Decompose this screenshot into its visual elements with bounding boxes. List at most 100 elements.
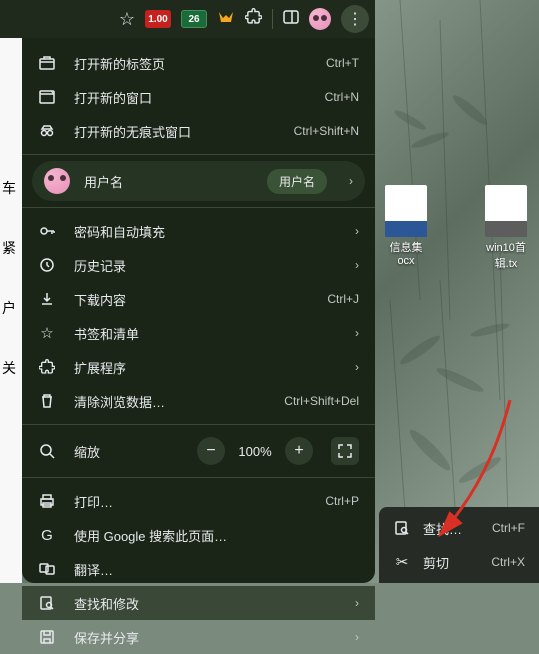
bookmark-star-icon[interactable]: ☆ xyxy=(119,9,135,30)
download-icon xyxy=(38,291,56,307)
file-label: win10首辑.tx xyxy=(478,239,534,271)
extension-badge-2[interactable]: 26 xyxy=(181,10,207,28)
menu-item-label: 扩展程序 xyxy=(74,358,329,377)
chevron-right-icon: › xyxy=(355,258,359,272)
menu-item[interactable]: 打开新的无痕式窗口 Ctrl+Shift+N xyxy=(22,114,375,148)
chevron-right-icon: › xyxy=(355,224,359,238)
menu-item[interactable]: 历史记录 › xyxy=(22,248,375,282)
menu-item-label: 打开新的无痕式窗口 xyxy=(74,122,276,141)
menu-item[interactable]: 翻译… xyxy=(22,552,375,586)
print-icon xyxy=(38,493,56,509)
profile-pill: 用户名 xyxy=(267,169,327,194)
menu-item[interactable]: 扩展程序 › xyxy=(22,350,375,384)
menu-shortcut: Ctrl+T xyxy=(326,56,359,70)
zoom-in-button[interactable]: + xyxy=(285,437,313,465)
menu-item-label: 下载内容 xyxy=(74,290,309,309)
menu-item-label: 打开新的标签页 xyxy=(74,54,308,73)
menu-item-label: 密码和自动填充 xyxy=(74,222,329,241)
submenu-shortcut: Ctrl+F xyxy=(492,521,525,535)
menu-item[interactable]: G 使用 Google 搜索此页面… xyxy=(22,518,375,552)
extension-icon xyxy=(38,359,56,375)
save-icon xyxy=(38,629,56,645)
menu-item-label: 清除浏览数据… xyxy=(74,392,266,411)
extensions-icon[interactable] xyxy=(245,8,262,30)
fox-extension-icon[interactable] xyxy=(217,10,235,28)
menu-separator xyxy=(22,207,375,208)
menu-shortcut: Ctrl+Shift+Del xyxy=(284,394,359,408)
key-icon xyxy=(38,223,56,239)
window-icon xyxy=(38,89,56,105)
menu-item-label: 打印… xyxy=(74,492,307,511)
page-fragment: 车 xyxy=(2,178,20,198)
menu-item-label: 打开新的窗口 xyxy=(74,88,307,107)
zoom-icon xyxy=(38,443,56,459)
page-fragment: 户 xyxy=(2,298,20,318)
chevron-right-icon: › xyxy=(355,326,359,340)
submenu-shortcut: Ctrl+X xyxy=(491,555,525,569)
find-icon xyxy=(38,595,56,611)
delete-icon xyxy=(38,393,56,409)
menu-item[interactable]: 打开新的标签页 Ctrl+T xyxy=(22,46,375,80)
zoom-label: 缩放 xyxy=(74,442,179,461)
menu-item-label: 使用 Google 搜索此页面… xyxy=(74,526,359,545)
profile-avatar[interactable] xyxy=(309,8,331,30)
desktop-file[interactable]: 信息集ocx xyxy=(378,185,434,267)
zoom-out-button[interactable]: − xyxy=(197,437,225,465)
menu-item[interactable]: 清除浏览数据… Ctrl+Shift+Del xyxy=(22,384,375,418)
tab-icon xyxy=(38,55,56,71)
menu-item-label: 保存并分享 xyxy=(74,628,329,647)
submenu-label: 查找… xyxy=(423,519,462,538)
page-fragment: 紧 xyxy=(2,238,20,258)
chevron-right-icon: › xyxy=(349,174,353,188)
menu-item[interactable]: 保存并分享› xyxy=(22,620,375,654)
menu-shortcut: Ctrl+Shift+N xyxy=(294,124,359,138)
file-icon xyxy=(485,185,527,237)
google-icon: G xyxy=(38,527,56,544)
menu-item[interactable]: 密码和自动填充 › xyxy=(22,214,375,248)
submenu-item[interactable]: 查找… Ctrl+F xyxy=(379,511,539,545)
menu-item[interactable]: ☆ 书签和清单 › xyxy=(22,316,375,350)
bookmark-icon: ☆ xyxy=(38,324,56,342)
menu-shortcut: Ctrl+J xyxy=(327,292,359,306)
incognito-icon xyxy=(38,123,56,139)
extension-badge-1[interactable]: 1.00 xyxy=(145,10,171,28)
cut-icon: ✂ xyxy=(393,553,411,571)
menu-item-label: 查找和修改 xyxy=(74,594,329,613)
desktop-file[interactable]: win10首辑.tx xyxy=(478,185,534,271)
file-icon xyxy=(385,185,427,237)
menu-button[interactable]: ⋮ xyxy=(341,5,369,33)
browser-menu: 打开新的标签页 Ctrl+T 打开新的窗口 Ctrl+N 打开新的无痕式窗口 Ctrl+S… xyxy=(22,38,375,583)
submenu-item[interactable]: ✂ 剪切 Ctrl+X xyxy=(379,545,539,579)
menu-item[interactable]: 打印… Ctrl+P xyxy=(22,484,375,518)
history-icon xyxy=(38,257,56,273)
chevron-right-icon: › xyxy=(355,360,359,374)
menu-item-label: 历史记录 xyxy=(74,256,329,275)
menu-item[interactable]: 查找和修改 › xyxy=(22,586,375,620)
find-icon xyxy=(393,520,411,536)
left-page-strip: 车紧户关 xyxy=(0,38,22,583)
menu-item[interactable]: 打开新的窗口 Ctrl+N xyxy=(22,80,375,114)
menu-separator xyxy=(22,477,375,478)
browser-toolbar: ☆ 1.00 26 ⋮ xyxy=(0,0,375,38)
profile-row[interactable]: 用户名用户名 › xyxy=(32,161,365,201)
file-label: 信息集ocx xyxy=(378,239,434,267)
menu-item-label: 翻译… xyxy=(74,560,359,579)
submenu-label: 剪切 xyxy=(423,553,449,572)
fullscreen-button[interactable] xyxy=(331,437,359,465)
profile-avatar-icon xyxy=(44,168,70,194)
menu-separator xyxy=(22,424,375,425)
menu-shortcut: Ctrl+N xyxy=(325,90,359,104)
zoom-controls: −100%+ xyxy=(197,437,359,465)
menu-item-label: 书签和清单 xyxy=(74,324,329,343)
translate-icon xyxy=(38,561,56,577)
toolbar-separator xyxy=(272,9,273,29)
menu-shortcut: Ctrl+P xyxy=(325,494,359,508)
page-fragment: 关 xyxy=(2,358,20,378)
find-edit-submenu: 查找… Ctrl+F ✂ 剪切 Ctrl+X xyxy=(379,507,539,583)
sidepanel-icon[interactable] xyxy=(283,9,299,30)
profile-label: 用户名 xyxy=(84,172,253,191)
menu-separator xyxy=(22,154,375,155)
chevron-right-icon: › xyxy=(355,596,359,610)
menu-item[interactable]: 下载内容 Ctrl+J xyxy=(22,282,375,316)
zoom-row: 缩放 −100%+ xyxy=(22,431,375,471)
